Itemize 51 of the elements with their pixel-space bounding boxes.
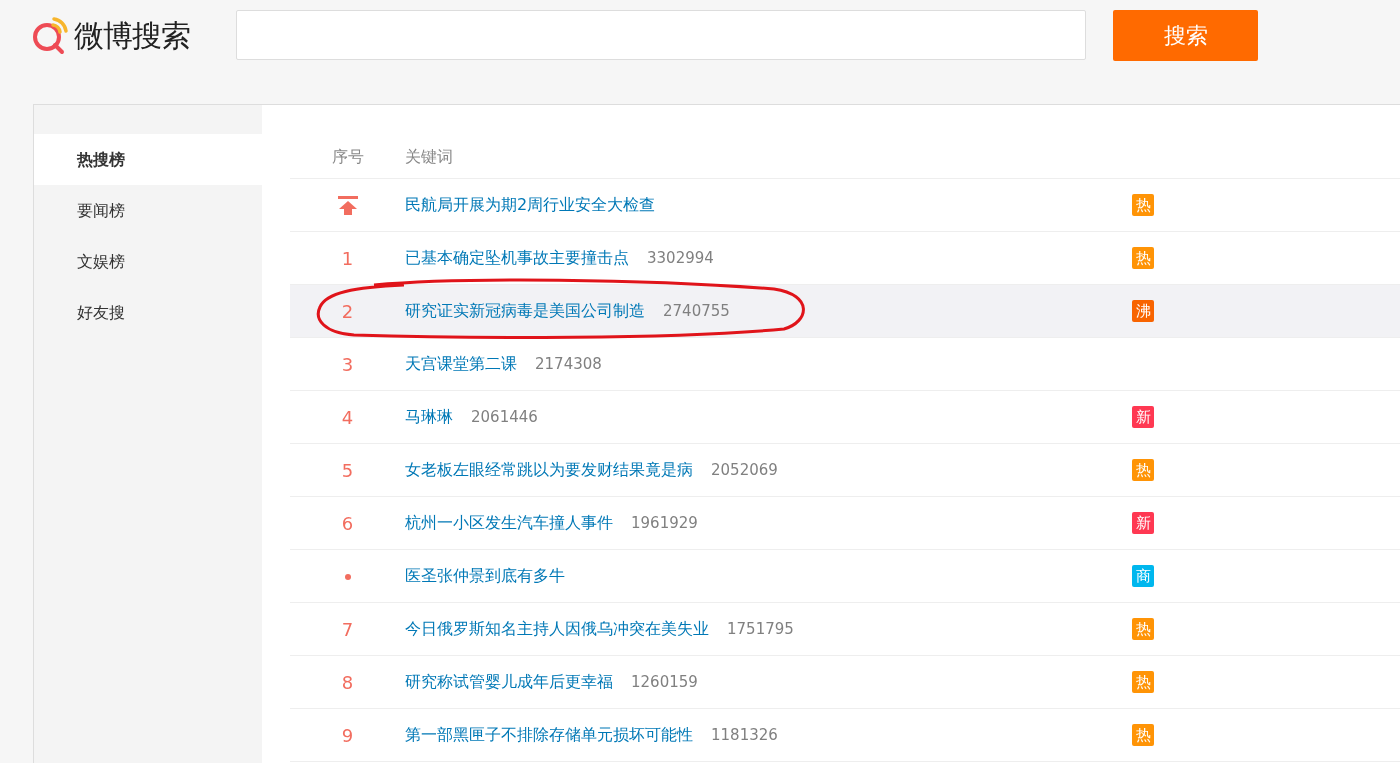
- hot-tag: 商: [1132, 565, 1154, 587]
- hot-tag: 新: [1132, 512, 1154, 534]
- keyword-link[interactable]: 马琳琳: [405, 405, 453, 429]
- keyword-link[interactable]: 天宫课堂第二课: [405, 352, 517, 376]
- search-count: 2061446: [471, 406, 538, 428]
- keyword-link[interactable]: 研究证实新冠病毒是美国公司制造: [405, 299, 645, 323]
- keyword-link[interactable]: 杭州一小区发生汽车撞人事件: [405, 511, 613, 535]
- logo-text: 微博搜索: [74, 16, 190, 55]
- hot-tag: 热: [1132, 671, 1154, 693]
- hot-tag: 热: [1132, 618, 1154, 640]
- search-count: 1260159: [631, 671, 698, 693]
- sidebar-item[interactable]: 文娱榜: [34, 236, 262, 287]
- search-count: 1181326: [711, 724, 778, 746]
- rank-number: 8: [341, 671, 354, 693]
- keyword-link[interactable]: 医圣张仲景到底有多牛: [405, 564, 565, 588]
- search-field[interactable]: [236, 10, 1086, 60]
- rank-number: 9: [341, 724, 354, 746]
- hot-tag: 热: [1132, 724, 1154, 746]
- search-count: 2740755: [663, 300, 730, 322]
- search-count: 2052069: [711, 459, 778, 481]
- sidebar-item[interactable]: 好友搜: [34, 287, 262, 338]
- column-header: 关键词: [405, 145, 453, 168]
- rank-number: 7: [341, 618, 354, 640]
- rank-number: 3: [341, 353, 354, 375]
- rank-number: 4: [341, 406, 354, 428]
- column-header: 序号: [330, 145, 365, 168]
- hot-tag: 热: [1132, 459, 1154, 481]
- rank-number: 1: [341, 247, 354, 269]
- hot-tag: 热: [1132, 247, 1154, 269]
- keyword-link[interactable]: 第一部黑匣子不排除存储单元损坏可能性: [405, 723, 693, 747]
- keyword-link[interactable]: 民航局开展为期2周行业安全大检查: [405, 193, 656, 217]
- search-count: 3302994: [647, 247, 714, 269]
- keyword-link[interactable]: 女老板左眼经常跳以为要发财结果竟是病: [405, 458, 693, 482]
- search-count: 1751795: [727, 618, 794, 640]
- pin-to-top-icon: [337, 196, 358, 215]
- rank-number: 6: [341, 512, 354, 534]
- keyword-link[interactable]: 研究称试管婴儿成年后更幸福: [405, 670, 613, 694]
- keyword-link[interactable]: 今日俄罗斯知名主持人因俄乌冲突在美失业: [405, 617, 709, 641]
- keyword-link[interactable]: 已基本确定坠机事故主要撞击点: [405, 246, 629, 270]
- rank-number: 2: [341, 300, 354, 322]
- search-count: 1961929: [631, 512, 698, 534]
- hot-tag: 热: [1132, 194, 1154, 216]
- logo-icon: [30, 15, 70, 55]
- search-count: 2174308: [535, 353, 602, 375]
- sidebar-item[interactable]: 热搜榜: [34, 134, 262, 185]
- rank-number: 5: [341, 459, 354, 481]
- search-button[interactable]: 搜索: [1113, 10, 1258, 61]
- dot-icon: [344, 573, 351, 580]
- hot-tag: 新: [1132, 406, 1154, 428]
- hot-tag: 沸: [1132, 300, 1154, 322]
- sidebar-item[interactable]: 要闻榜: [34, 185, 262, 236]
